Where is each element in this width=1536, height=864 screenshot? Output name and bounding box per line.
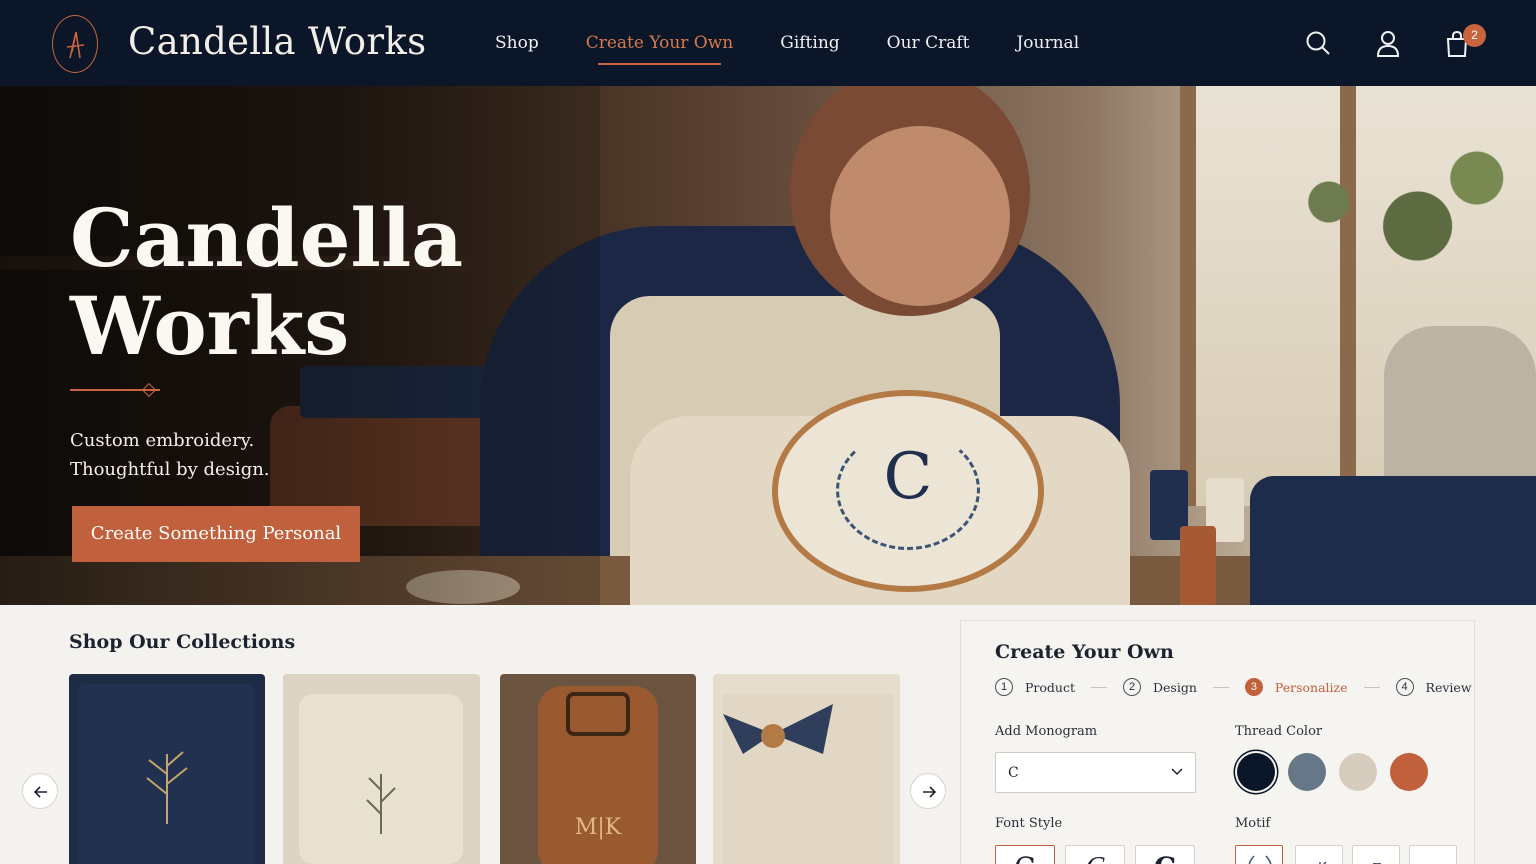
carousel-prev-button[interactable] bbox=[22, 773, 58, 809]
hero-artisan-face bbox=[830, 126, 1010, 306]
hero-title-line: Candella bbox=[70, 191, 464, 285]
hero-banner: C Candella Works Custom embroidery. Thou… bbox=[0, 86, 1536, 605]
motif-wreath-icon[interactable] bbox=[1235, 845, 1283, 864]
nav-shop[interactable]: Shop bbox=[495, 33, 539, 53]
collection-card[interactable] bbox=[713, 674, 900, 864]
collection-card[interactable]: M|K bbox=[500, 674, 696, 864]
step-separator bbox=[1212, 686, 1229, 688]
nav-journal[interactable]: Journal bbox=[1016, 33, 1079, 53]
motif-leaf-icon[interactable] bbox=[1352, 845, 1400, 864]
fern-embroidery-icon bbox=[79, 684, 255, 864]
sprig-embroidery-icon bbox=[299, 694, 463, 864]
motif-sprig-icon[interactable] bbox=[1295, 845, 1343, 864]
hero-flowers bbox=[1240, 106, 1536, 346]
step-product[interactable]: 1 Product bbox=[995, 678, 1075, 696]
font-option-bold[interactable]: C bbox=[1135, 845, 1195, 864]
hero-divider bbox=[70, 389, 160, 391]
step-number: 2 bbox=[1123, 678, 1141, 696]
thread-swatch-terracotta[interactable] bbox=[1390, 753, 1428, 791]
collections-title: Shop Our Collections bbox=[69, 631, 296, 653]
step-number: 3 bbox=[1244, 678, 1263, 696]
step-separator bbox=[1363, 686, 1380, 688]
thread-swatch-navy[interactable] bbox=[1237, 753, 1275, 791]
create-something-personal-button[interactable]: Create Something Personal bbox=[72, 506, 360, 562]
font-option-italic[interactable]: C bbox=[1065, 845, 1125, 864]
gift-ribbon-icon bbox=[723, 694, 893, 864]
cart-count-badge: 2 bbox=[1463, 24, 1486, 47]
step-separator bbox=[1091, 686, 1107, 688]
monogram-label: Add Monogram bbox=[995, 724, 1098, 739]
top-nav: Candella Works Shop Create Your Own Gift… bbox=[0, 0, 1536, 86]
step-review[interactable]: 4 Review bbox=[1395, 678, 1472, 696]
thread-spool bbox=[1180, 526, 1216, 605]
step-label: Personalize bbox=[1274, 679, 1348, 695]
carousel-next-button[interactable] bbox=[910, 773, 946, 809]
motif-label: Motif bbox=[1235, 816, 1271, 831]
nav-our-craft[interactable]: Our Craft bbox=[887, 33, 970, 53]
logo-icon[interactable] bbox=[52, 15, 98, 73]
account-icon[interactable] bbox=[1376, 30, 1400, 62]
create-your-own-panel: Create Your Own 1 Product 2 Design 3 Per… bbox=[960, 620, 1475, 864]
monogram-select[interactable]: C bbox=[995, 752, 1196, 793]
step-label: Product bbox=[1025, 679, 1075, 695]
window-frame bbox=[1180, 86, 1196, 506]
step-number: 1 bbox=[995, 678, 1013, 696]
tag-monogram: M|K bbox=[575, 815, 622, 840]
collection-card[interactable] bbox=[69, 674, 265, 864]
luggage-tag-icon: M|K bbox=[538, 686, 658, 864]
search-icon[interactable] bbox=[1305, 30, 1331, 60]
motif-branch-icon[interactable] bbox=[1409, 845, 1457, 864]
font-option-serif[interactable]: C bbox=[995, 845, 1055, 864]
thread-swatch-slate[interactable] bbox=[1288, 753, 1326, 791]
hero-title: Candella Works bbox=[70, 194, 463, 370]
nav-gifting[interactable]: Gifting bbox=[780, 33, 839, 53]
nav-create-your-own[interactable]: Create Your Own bbox=[586, 33, 733, 65]
folded-navy-cloth bbox=[1250, 476, 1536, 605]
embroidery-hoop: C bbox=[772, 390, 1044, 592]
hoop-monogram: C bbox=[883, 440, 933, 514]
monogram-value: C bbox=[1008, 765, 1019, 781]
step-indicator: 1 Product 2 Design 3 Personalize 4 Revie… bbox=[995, 678, 1472, 696]
hero-tagline-line: Custom embroidery. bbox=[70, 430, 255, 451]
thread-swatch-linen[interactable] bbox=[1339, 753, 1377, 791]
brand-name[interactable]: Candella Works bbox=[128, 20, 426, 63]
thread-color-label: Thread Color bbox=[1235, 724, 1323, 739]
hero-title-line: Works bbox=[70, 279, 350, 373]
collection-card[interactable] bbox=[283, 674, 480, 864]
hero-tagline: Custom embroidery. Thoughtful by design. bbox=[70, 426, 270, 484]
step-design[interactable]: 2 Design bbox=[1123, 678, 1197, 696]
panel-title: Create Your Own bbox=[995, 641, 1174, 663]
step-personalize[interactable]: 3 Personalize bbox=[1244, 678, 1348, 696]
main-menu: Shop Create Your Own Gifting Our Craft J… bbox=[495, 33, 1126, 65]
step-number: 4 bbox=[1395, 678, 1414, 696]
step-label: Review bbox=[1425, 679, 1472, 695]
step-label: Design bbox=[1153, 679, 1197, 695]
hero-tagline-line: Thoughtful by design. bbox=[70, 459, 270, 480]
chevron-down-icon bbox=[1171, 768, 1183, 776]
font-style-label: Font Style bbox=[995, 816, 1063, 831]
